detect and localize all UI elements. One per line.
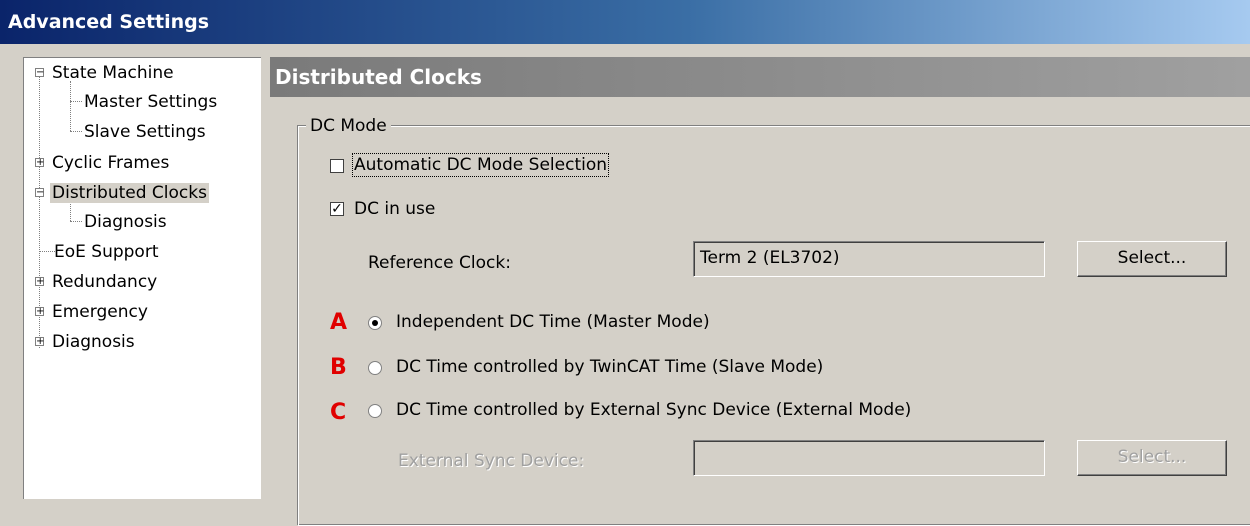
collapse-icon[interactable]: − bbox=[35, 188, 44, 198]
tree-item-distributed-clocks[interactable]: Distributed Clocks bbox=[50, 180, 209, 206]
dc-in-use-label[interactable]: DC in use bbox=[354, 199, 435, 219]
slave-mode-radio[interactable] bbox=[368, 361, 382, 375]
tree-item-label: Redundancy bbox=[52, 272, 158, 292]
tree-item-label: Emergency bbox=[52, 302, 148, 322]
tree-item-master-settings[interactable]: Master Settings bbox=[82, 89, 219, 115]
tree-item-eoe-support[interactable]: EoE Support bbox=[52, 239, 161, 265]
reference-clock-label: Reference Clock: bbox=[368, 253, 511, 273]
dc-in-use-checkbox[interactable]: ✓ bbox=[330, 202, 344, 216]
tree-item-slave-settings[interactable]: Slave Settings bbox=[82, 119, 208, 145]
reference-clock-field: Term 2 (EL3702) bbox=[693, 241, 1045, 277]
window-title: Advanced Settings bbox=[8, 11, 210, 33]
settings-tree[interactable]: − State Machine Master Settings Slave Se… bbox=[23, 57, 261, 499]
expand-icon[interactable]: + bbox=[35, 277, 44, 287]
tree-item-label: State Machine bbox=[52, 63, 174, 83]
tree-item-label: Master Settings bbox=[84, 92, 218, 112]
marker-b: B bbox=[330, 355, 347, 380]
panel-title: Distributed Clocks bbox=[275, 65, 482, 89]
collapse-icon[interactable]: − bbox=[35, 68, 44, 78]
expand-icon[interactable]: + bbox=[35, 158, 44, 168]
external-sync-device-field bbox=[693, 440, 1045, 476]
tree-item-label: EoE Support bbox=[54, 242, 159, 262]
window-title-bar: Advanced Settings bbox=[0, 0, 1250, 44]
master-mode-label[interactable]: Independent DC Time (Master Mode) bbox=[396, 312, 710, 332]
tree-item-redundancy[interactable]: Redundancy bbox=[50, 269, 159, 295]
tree-item-label: Distributed Clocks bbox=[50, 183, 209, 203]
external-sync-select-button: Select... bbox=[1077, 440, 1227, 476]
expand-icon[interactable]: + bbox=[35, 307, 44, 317]
tree-item-label: Diagnosis bbox=[52, 332, 135, 352]
master-mode-radio[interactable] bbox=[368, 316, 382, 330]
tree-item-dc-diagnosis[interactable]: Diagnosis bbox=[82, 209, 169, 235]
tree-item-label: Slave Settings bbox=[84, 122, 206, 142]
auto-dc-mode-checkbox[interactable] bbox=[330, 159, 344, 173]
tree-item-state-machine[interactable]: State Machine bbox=[50, 60, 176, 86]
marker-c: C bbox=[330, 400, 347, 425]
external-sync-device-label: External Sync Device: bbox=[398, 451, 585, 471]
marker-a: A bbox=[330, 310, 348, 335]
dc-mode-group-title: DC Mode bbox=[306, 116, 391, 136]
external-mode-label[interactable]: DC Time controlled by External Sync Devi… bbox=[396, 400, 911, 420]
expand-icon[interactable]: + bbox=[35, 337, 44, 347]
external-mode-radio[interactable] bbox=[368, 404, 382, 418]
tree-item-diagnosis[interactable]: Diagnosis bbox=[50, 329, 137, 355]
tree-item-emergency[interactable]: Emergency bbox=[50, 299, 150, 325]
tree-item-label: Diagnosis bbox=[84, 212, 167, 232]
slave-mode-label[interactable]: DC Time controlled by TwinCAT Time (Slav… bbox=[396, 357, 823, 377]
auto-dc-mode-label[interactable]: Automatic DC Mode Selection bbox=[351, 153, 610, 177]
tree-item-label: Cyclic Frames bbox=[52, 153, 170, 173]
panel-title-bar: Distributed Clocks bbox=[270, 57, 1250, 97]
reference-clock-select-button[interactable]: Select... bbox=[1077, 241, 1227, 277]
reference-clock-value: Term 2 (EL3702) bbox=[700, 248, 840, 268]
tree-item-cyclic-frames[interactable]: Cyclic Frames bbox=[50, 150, 171, 176]
